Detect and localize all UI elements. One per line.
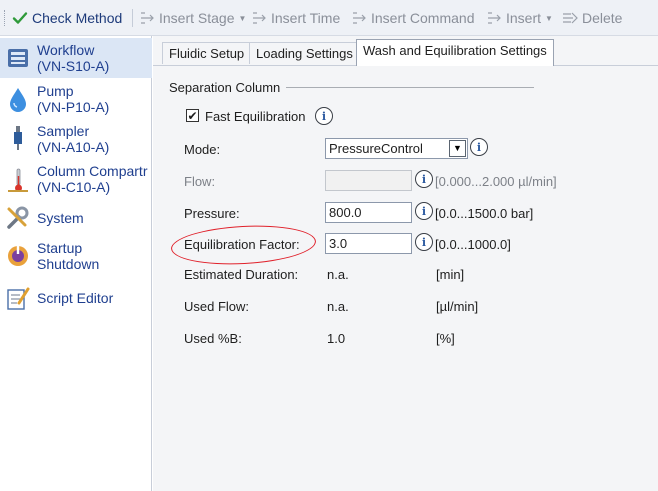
equilibration-factor-value: 3.0: [329, 236, 348, 251]
pressure-range: [0.0...1500.0 bar]: [435, 206, 534, 221]
info-icon[interactable]: i: [470, 138, 488, 156]
flow-input[interactable]: [325, 170, 412, 191]
script-editor-icon: [4, 284, 32, 312]
sidebar-item-workflow[interactable]: Workflow (VN-S10-A): [0, 38, 152, 78]
sampler-icon: [4, 124, 32, 152]
sidebar-item-script-editor[interactable]: Script Editor: [0, 282, 152, 314]
sidebar-item-column-compartment[interactable]: Column Compartr (VN-C10-A): [0, 160, 152, 200]
check-method-label: Check Method: [32, 10, 123, 26]
insert-stage-button[interactable]: Insert Stage ▼: [139, 9, 246, 27]
workflow-icon: [4, 44, 32, 72]
sidebar-item-label: Column Compartr: [37, 163, 148, 179]
thermometer-icon: [4, 166, 32, 194]
checkmark-icon: [12, 10, 28, 26]
sidebar-item-startup-shutdown[interactable]: Startup Shutdown: [0, 236, 152, 276]
checkmark-icon: ✔: [187, 108, 198, 123]
insert-icon: [351, 10, 367, 26]
used-percent-b-label: Used %B:: [184, 331, 242, 346]
insert-icon: [139, 10, 155, 26]
estimated-duration-label: Estimated Duration:: [184, 267, 299, 282]
sidebar-item-label: Workflow: [37, 42, 95, 58]
fast-equilibration-label: Fast Equilibration: [205, 109, 306, 124]
sidebar-item-label: Pump: [37, 83, 74, 99]
insert-time-label: Insert Time: [271, 10, 341, 26]
insert-command-label: Insert Command: [371, 10, 475, 26]
insert-stage-label: Insert Stage: [159, 10, 235, 26]
sidebar-item-pump[interactable]: Pump (VN-P10-A): [0, 80, 152, 120]
check-method-button[interactable]: Check Method: [12, 9, 122, 27]
pump-drop-icon: [4, 85, 32, 113]
toolbar-separator: [132, 9, 133, 27]
tab-loading-settings[interactable]: Loading Settings: [249, 42, 360, 64]
sidebar-item-system[interactable]: System: [0, 202, 152, 234]
group-divider: [286, 87, 534, 88]
fast-equilibration-checkbox[interactable]: ✔: [186, 109, 199, 122]
pressure-value: 800.0: [329, 205, 362, 220]
pressure-input[interactable]: 800.0: [325, 202, 412, 223]
used-percent-b-unit: [%]: [436, 331, 455, 346]
method-toolbar: Check Method Insert Stage ▼ Insert Time …: [0, 0, 658, 36]
sidebar-item-sublabel: (VN-C10-A): [37, 179, 111, 195]
sidebar-item-sublabel: (VN-P10-A): [37, 99, 110, 115]
sidebar-item-label: Sampler: [37, 123, 90, 139]
used-flow-label: Used Flow:: [184, 299, 250, 314]
toolbar-grip: [4, 10, 7, 26]
device-sidebar: Workflow (VN-S10-A) Pump (VN-P10-A) Samp…: [0, 36, 152, 491]
insert-button[interactable]: Insert ▼: [486, 9, 553, 27]
mode-select[interactable]: PressureControl ▼: [325, 138, 468, 159]
estimated-duration-value: n.a.: [327, 267, 349, 282]
tools-icon: [4, 204, 32, 232]
flow-range: [0.000...2.000 µl/min]: [435, 174, 557, 189]
sidebar-item-label: System: [37, 210, 84, 226]
sidebar-item-sublabel: (VN-S10-A): [37, 58, 110, 74]
pressure-label: Pressure:: [184, 206, 240, 221]
sidebar-item-sublabel: (VN-A10-A): [37, 139, 110, 155]
delete-button[interactable]: Delete: [562, 9, 622, 27]
insert-command-button[interactable]: Insert Command: [351, 9, 474, 27]
info-icon[interactable]: i: [315, 107, 333, 125]
info-icon[interactable]: i: [415, 233, 433, 251]
chevron-down-icon[interactable]: ▼: [449, 140, 466, 157]
info-icon[interactable]: i: [415, 202, 433, 220]
equilibration-factor-input[interactable]: 3.0: [325, 233, 412, 254]
tab-label: Wash and Equilibration Settings: [363, 43, 547, 58]
sidebar-item-label: Script Editor: [37, 290, 114, 306]
used-flow-value: n.a.: [327, 299, 349, 314]
power-icon: [4, 242, 32, 270]
mode-value: PressureControl: [329, 141, 423, 156]
tab-wash-equilibration-settings[interactable]: Wash and Equilibration Settings: [356, 39, 554, 66]
insert-icon: [486, 10, 502, 26]
sidebar-item-label: Startup: [37, 240, 83, 256]
tab-label: Loading Settings: [256, 46, 353, 61]
chevron-down-icon: ▼: [545, 13, 553, 23]
used-flow-unit: [µl/min]: [436, 299, 479, 314]
insert-label: Insert: [506, 10, 542, 26]
tab-strip: Fluidic Setup Loading Settings Wash and …: [153, 36, 658, 66]
flow-label: Flow:: [184, 174, 216, 189]
tab-fluidic-setup[interactable]: Fluidic Setup: [162, 42, 252, 64]
delete-icon: [562, 10, 578, 26]
tab-label: Fluidic Setup: [169, 46, 245, 61]
equilibration-factor-range: [0.0...1000.0]: [435, 237, 511, 252]
group-title: Separation Column: [169, 80, 281, 95]
insert-time-button[interactable]: Insert Time: [251, 9, 340, 27]
sidebar-item-sublabel: Shutdown: [37, 256, 100, 272]
estimated-duration-unit: [min]: [436, 267, 465, 282]
delete-label: Delete: [582, 10, 623, 26]
mode-label: Mode:: [184, 142, 221, 157]
sidebar-item-sampler[interactable]: Sampler (VN-A10-A): [0, 120, 152, 160]
chevron-down-icon: ▼: [238, 13, 247, 23]
info-icon[interactable]: i: [415, 170, 433, 188]
insert-icon: [251, 10, 267, 26]
used-percent-b-value: 1.0: [327, 331, 346, 346]
